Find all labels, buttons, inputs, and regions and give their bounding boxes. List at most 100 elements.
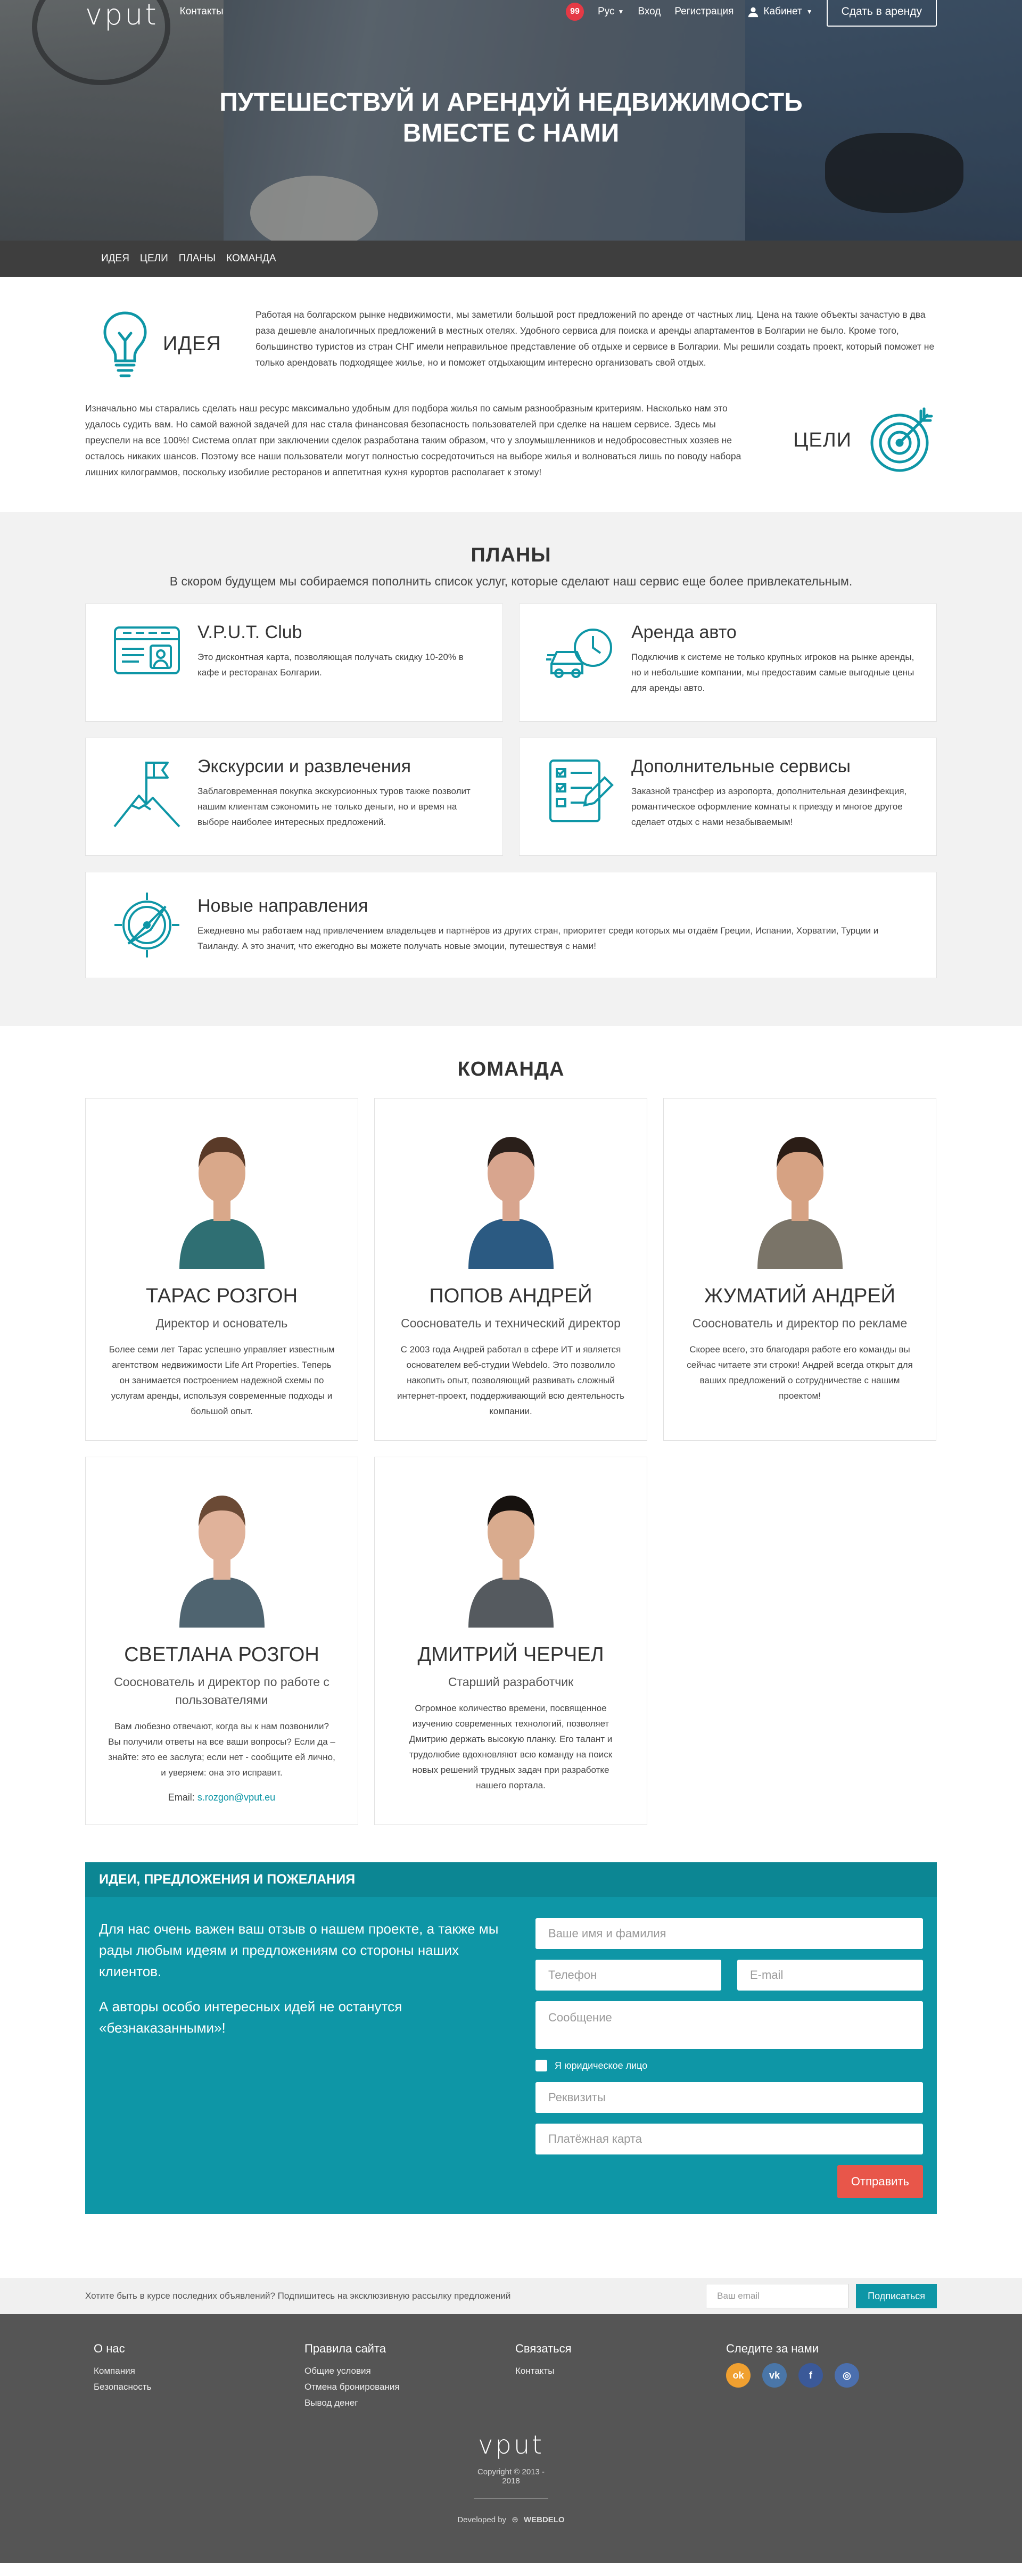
subscribe-button[interactable]: Подписаться	[856, 2284, 937, 2308]
payment-card-input[interactable]: Платёжная карта	[535, 2124, 923, 2154]
register-link[interactable]: Регистрация	[674, 6, 733, 18]
plan-card-club: V.P.U.T. Club Это дисконтная карта, позв…	[85, 604, 503, 722]
subscribe-email-input[interactable]: Ваш email	[706, 2284, 849, 2308]
developed-by: Developed by ⊕ WEBDELO	[457, 2515, 565, 2524]
avatar	[168, 1473, 275, 1628]
member-role: Директор и основатель	[155, 1316, 288, 1330]
rent-out-button[interactable]: Сдать в аренду	[826, 0, 937, 27]
member-role: Старший разработчик	[448, 1675, 574, 1689]
plan-title: V.P.U.T. Club	[197, 622, 302, 642]
footer-link-contacts[interactable]: Контакты	[515, 2363, 726, 2379]
footer-link-terms[interactable]: Общие условия	[304, 2363, 515, 2379]
plan-card-directions: Новые направления Ежедневно мы работаем …	[85, 872, 937, 978]
plan-card-excursions: Экскурсии и развлечения Заблаговременная…	[85, 738, 503, 856]
plan-text: Заказной трансфер из аэропорта, дополнит…	[631, 786, 907, 827]
caret-down-icon: ▼	[806, 8, 813, 15]
team-member-card: Светлана Розгон Сооснователь и директор п…	[85, 1457, 358, 1825]
nav-contacts-link[interactable]: Контакты	[180, 6, 224, 18]
login-link[interactable]: Вход	[638, 6, 661, 18]
member-bio: Огромное количество времени, посвященное…	[409, 1703, 613, 1790]
plans-subtitle: В скором будущем мы собираемся пополнить…	[169, 574, 853, 588]
site-logo[interactable]: vput	[85, 0, 159, 31]
team-member-card: Тарас Розгон Директор и основатель Более с…	[85, 1098, 358, 1441]
cabinet-label: Кабинет	[763, 6, 802, 17]
hero-title: Путешествуй и арендуй недвижимость вмест…	[219, 88, 803, 147]
odnoklassniki-icon[interactable]: ok	[726, 2363, 751, 2388]
member-bio: С 2003 года Андрей работал в сфере ИТ и …	[397, 1344, 624, 1416]
subnav-plans[interactable]: Планы	[179, 253, 216, 265]
section-navigation: Идея Цели Планы Команда	[0, 241, 1022, 277]
subnav-goals[interactable]: Цели	[140, 253, 168, 265]
plan-text: Это дисконтная карта, позволяющая получа…	[197, 652, 464, 678]
phone-input[interactable]: Телефон	[535, 1960, 721, 1991]
caret-down-icon: ▼	[617, 8, 624, 15]
feedback-form: Ваше имя и фамилия Телефон E-mail Сообще…	[535, 1918, 923, 2198]
footer-link-cancellation[interactable]: Отмена бронирования	[304, 2379, 515, 2395]
team-member-card: Жуматий Андрей Сооснователь и директор по…	[663, 1098, 936, 1441]
subnav-idea[interactable]: Идея	[101, 253, 129, 265]
vk-icon[interactable]: vk	[762, 2363, 787, 2388]
user-icon	[748, 7, 759, 18]
language-label: Рус	[598, 6, 615, 17]
avatar-portrait	[746, 1114, 853, 1269]
idea-heading: Идея	[163, 332, 221, 355]
team-title: Команда	[457, 1058, 565, 1080]
member-bio: Вам любезно отвечают, когда вы к нам поз…	[108, 1721, 335, 1778]
member-name: Тарас Розгон	[145, 1285, 298, 1307]
feedback-form-block: Идеи, предложения и пожелания Для нас оч…	[85, 1862, 937, 2214]
feedback-text: Для нас очень важен ваш отзыв о нашем пр…	[99, 1921, 499, 1979]
favorites-badge[interactable]: 99	[566, 3, 584, 21]
team-section: Команда Тарас Розгон Директор и основател…	[0, 1026, 1022, 2246]
team-member-card: Попов Андрей Сооснователь и технический д…	[374, 1098, 647, 1441]
webdelo-icon: ⊕	[512, 2515, 518, 2524]
footer-rules-title: Правила сайта	[304, 2342, 386, 2355]
member-role: Сооснователь и директор по рекламе	[692, 1316, 908, 1330]
footer: О нас Компания Безопасность Правила сайт…	[0, 2314, 1022, 2563]
member-bio: Более семи лет Тарас успешно управляет и…	[109, 1344, 335, 1416]
plans-section: Планы В скором будущем мы собираемся поп…	[0, 512, 1022, 1026]
footer-link-withdrawal[interactable]: Вывод денег	[304, 2395, 515, 2411]
developer-name[interactable]: WEBDELO	[524, 2515, 565, 2524]
footer-link-security[interactable]: Безопасность	[94, 2379, 304, 2395]
instagram-icon[interactable]: ◎	[835, 2363, 859, 2388]
member-bio: Скорее всего, это благодаря работе его к…	[687, 1344, 913, 1401]
email-input[interactable]: E-mail	[737, 1960, 923, 1991]
compass-icon	[114, 893, 179, 957]
facebook-icon[interactable]: f	[798, 2363, 823, 2388]
plan-title: Аренда авто	[631, 622, 737, 642]
goals-heading: Цели	[793, 428, 852, 451]
car-clock-icon	[546, 629, 612, 678]
copyright: Copyright © 2013 - 2018	[474, 2467, 548, 2499]
member-email-link[interactable]: s.rozgon@vput.eu	[197, 1792, 275, 1803]
legal-entity-checkbox[interactable]	[535, 2060, 547, 2071]
requisites-input[interactable]: Реквизиты	[535, 2082, 923, 2113]
team-member-card: Дмитрий Черчел Старший разработчик Огромно…	[374, 1457, 647, 1825]
language-select[interactable]: Рус ▼	[598, 6, 624, 18]
subscribe-text: Хотите быть в курсе последних объявлений…	[85, 2291, 511, 2301]
footer-link-company[interactable]: Компания	[94, 2363, 304, 2379]
submit-button[interactable]: Отправить	[837, 2165, 923, 2198]
member-role: Сооснователь и директор по работе с поль…	[114, 1675, 329, 1707]
plan-card-services: Дополнительные сервисы Заказной трансфер…	[519, 738, 937, 856]
plan-title: Экскурсии и развлечения	[197, 756, 411, 777]
club-card-icon	[114, 626, 180, 674]
avatar-portrait	[457, 1114, 564, 1269]
mountain-flag-icon	[113, 762, 180, 828]
checklist-icon	[549, 759, 614, 822]
member-name: Дмитрий Черчел	[417, 1644, 604, 1666]
plan-title: Дополнительные сервисы	[631, 756, 851, 777]
target-icon	[870, 407, 933, 472]
subnav-team[interactable]: Команда	[226, 253, 276, 265]
goals-block: Изначально мы старались сделать наш ресу…	[85, 400, 937, 480]
avatar	[457, 1473, 564, 1628]
idea-block: Идея Работая на болгарском рынке недвижи…	[85, 307, 937, 381]
feedback-text: А авторы особо интересных идей не остану…	[99, 1999, 402, 2036]
top-navigation: vput Контакты 99 Рус ▼ Вход Регистрация …	[0, 0, 1022, 45]
plan-title: Новые направления	[197, 896, 368, 916]
message-textarea[interactable]: Сообщение	[535, 2001, 923, 2049]
name-input[interactable]: Ваше имя и фамилия	[535, 1918, 923, 1949]
cabinet-menu[interactable]: Кабинет ▼	[747, 6, 813, 18]
footer-logo[interactable]: vput	[85, 2430, 937, 2460]
feedback-title: Идеи, предложения и пожелания	[85, 1862, 937, 1897]
idea-text: Работая на болгарском рынке недвижимости…	[256, 309, 935, 368]
